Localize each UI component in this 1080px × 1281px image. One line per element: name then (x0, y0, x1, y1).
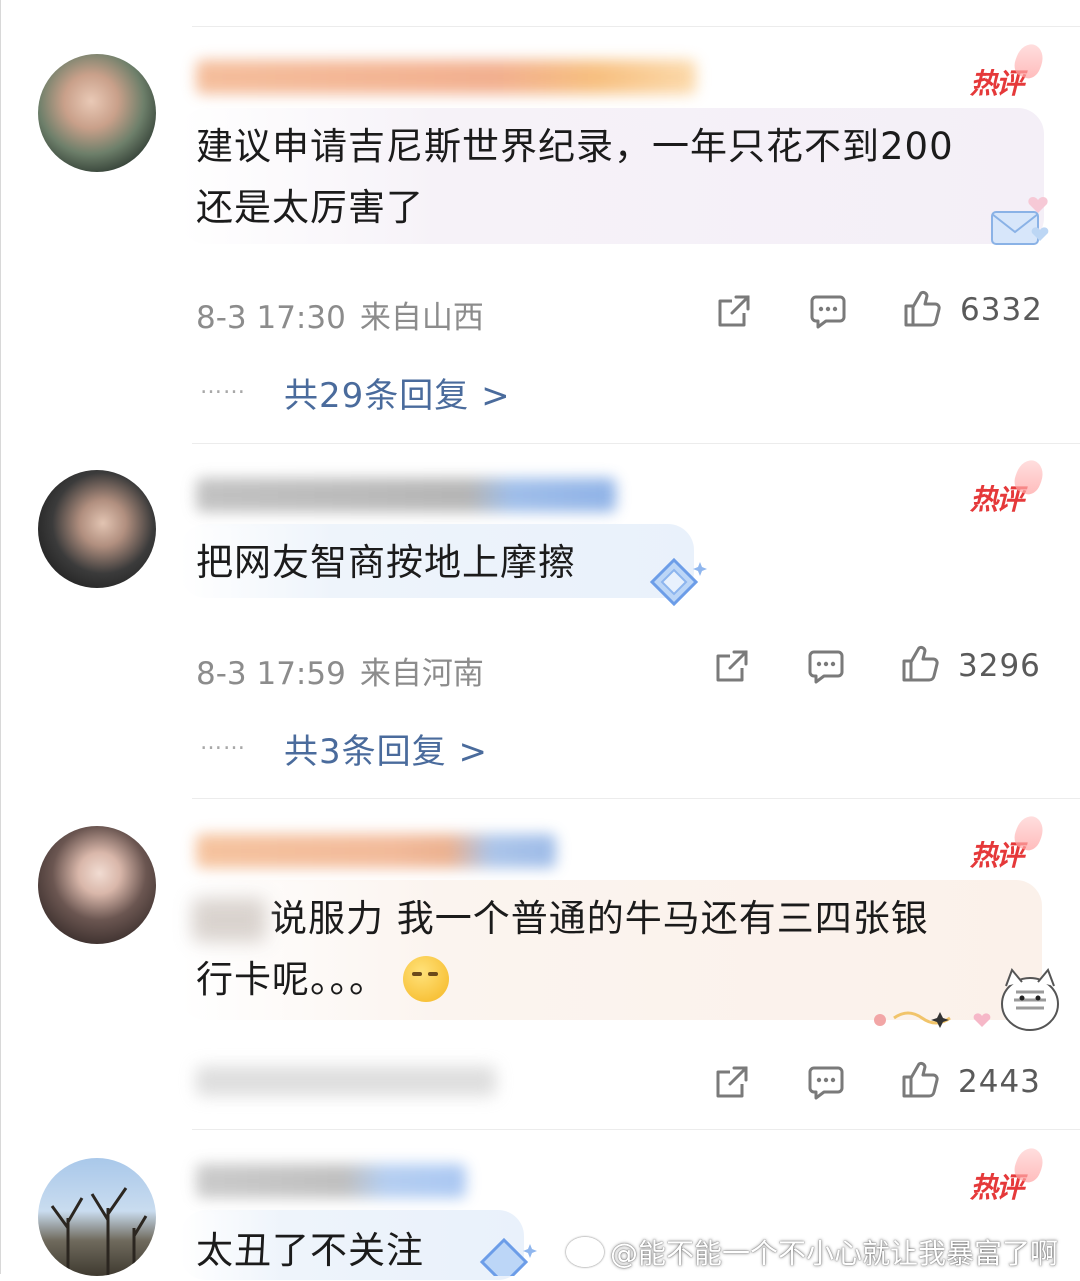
hot-comment-badge: 热评 (970, 1144, 1048, 1206)
view-replies-link[interactable]: 共29条回复 > (284, 368, 511, 417)
divider (192, 26, 1080, 27)
divider (192, 1129, 1080, 1130)
weibo-logo-icon (566, 1237, 604, 1267)
username-blurred[interactable] (196, 834, 556, 868)
comment-icon[interactable] (806, 1062, 846, 1102)
hot-comment-badge: 热评 (970, 456, 1048, 518)
obscured-text (192, 898, 266, 942)
comment-text: 把网友智商按地上摩擦 (196, 541, 576, 584)
avatar[interactable] (38, 1158, 156, 1276)
comment-meta: 8-3 17:30 来自山西 (196, 292, 498, 337)
like-count: 3296 (958, 648, 1041, 684)
username-blurred[interactable] (196, 1164, 466, 1198)
avatar[interactable] (38, 826, 156, 944)
weibo-watermark: @能不能一个不小心就让我暴富了啊 (566, 1232, 1058, 1272)
comment-icon[interactable] (808, 291, 848, 331)
gem-decoration (479, 1237, 537, 1276)
frame-border (0, 0, 1, 1274)
comment-date: 8-3 17:59 (196, 656, 346, 692)
share-icon[interactable] (712, 1062, 752, 1102)
divider (192, 443, 1080, 444)
like-count: 2443 (958, 1064, 1041, 1100)
avatar[interactable] (38, 470, 156, 588)
username-blurred[interactable] (196, 478, 616, 512)
avatar[interactable] (38, 54, 156, 172)
like-count: 6332 (960, 292, 1043, 328)
thinking-face-emoji (403, 956, 449, 1002)
hot-comment-badge: 热评 (970, 812, 1048, 874)
view-replies-link[interactable]: 共3条回复 > (284, 724, 488, 773)
comment-date: 8-3 17:30 (196, 300, 346, 336)
reply-dots: …… (200, 374, 246, 399)
comment-text: 太丑了不关注 (196, 1229, 424, 1272)
like-icon[interactable] (900, 644, 940, 684)
envelope-heart-decoration (991, 197, 1049, 245)
hot-comment-badge: 热评 (970, 40, 1048, 102)
comment-location: 来自河南 (359, 656, 484, 692)
share-icon[interactable] (714, 291, 754, 331)
comment-icon[interactable] (806, 646, 846, 686)
share-icon[interactable] (712, 646, 752, 686)
like-icon[interactable] (902, 289, 942, 329)
like-icon[interactable] (900, 1060, 940, 1100)
comment-meta-blurred (196, 1066, 496, 1096)
comment-meta: 8-3 17:59 来自河南 (196, 648, 498, 693)
tree-silhouette (50, 1187, 148, 1276)
divider (192, 798, 1080, 799)
reply-dots: …… (200, 730, 246, 755)
comment-text: 说服力 我一个普通的牛马还有三四张银 行卡呢。。。 (192, 888, 929, 1010)
username-blurred[interactable] (196, 60, 696, 94)
gem-decoration (649, 557, 707, 607)
comment-text: 建议申请吉尼斯世界纪录，一年只花不到200 还是太厉害了 (196, 125, 954, 229)
comment-location: 来自山西 (359, 300, 484, 336)
